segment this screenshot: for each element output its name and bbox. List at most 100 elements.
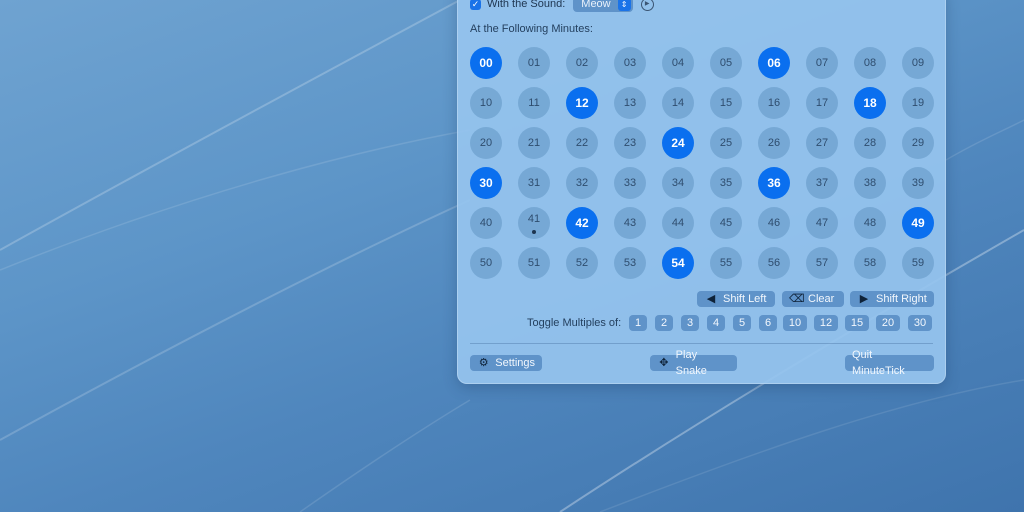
minute-07[interactable]: 07 bbox=[806, 47, 838, 79]
minute-50[interactable]: 50 bbox=[470, 247, 502, 279]
minute-10[interactable]: 10 bbox=[470, 87, 502, 119]
minute-32[interactable]: 32 bbox=[566, 167, 598, 199]
toggle-multiples-label: Toggle Multiples of: bbox=[527, 317, 622, 329]
minute-46[interactable]: 46 bbox=[758, 207, 790, 239]
minute-01[interactable]: 01 bbox=[518, 47, 550, 79]
minute-16[interactable]: 16 bbox=[758, 87, 790, 119]
play-sound-icon[interactable]: ▶ bbox=[640, 0, 654, 11]
minute-00[interactable]: 00 bbox=[470, 47, 502, 79]
minute-18[interactable]: 18 bbox=[854, 87, 886, 119]
minute-59[interactable]: 59 bbox=[902, 247, 934, 279]
minute-45[interactable]: 45 bbox=[710, 207, 742, 239]
minute-49[interactable]: 49 bbox=[902, 207, 934, 239]
minute-label: 14 bbox=[671, 97, 685, 109]
minute-27[interactable]: 27 bbox=[806, 127, 838, 159]
minute-label: 17 bbox=[815, 97, 829, 109]
minute-34[interactable]: 34 bbox=[662, 167, 694, 199]
multiple-5-button[interactable]: 5 bbox=[733, 315, 751, 331]
minute-51[interactable]: 51 bbox=[518, 247, 550, 279]
multiple-2-button[interactable]: 2 bbox=[655, 315, 673, 331]
minute-label: 54 bbox=[671, 256, 685, 270]
multiple-12-button[interactable]: 12 bbox=[814, 315, 838, 331]
minute-11[interactable]: 11 bbox=[518, 87, 550, 119]
multiple-20-button[interactable]: 20 bbox=[876, 315, 900, 331]
minute-08[interactable]: 08 bbox=[854, 47, 886, 79]
minute-label: 21 bbox=[527, 137, 541, 149]
minute-58[interactable]: 58 bbox=[854, 247, 886, 279]
minute-23[interactable]: 23 bbox=[614, 127, 646, 159]
minute-44[interactable]: 44 bbox=[662, 207, 694, 239]
minute-52[interactable]: 52 bbox=[566, 247, 598, 279]
minute-label: 34 bbox=[671, 177, 685, 189]
minute-label: 10 bbox=[479, 97, 493, 109]
shift-right-button[interactable]: ▶ Shift Right bbox=[850, 291, 934, 307]
minute-40[interactable]: 40 bbox=[470, 207, 502, 239]
minute-06[interactable]: 06 bbox=[758, 47, 790, 79]
minute-41[interactable]: 41 bbox=[518, 207, 550, 239]
minute-label: 59 bbox=[911, 257, 925, 269]
minute-39[interactable]: 39 bbox=[902, 167, 934, 199]
minute-56[interactable]: 56 bbox=[758, 247, 790, 279]
gamepad-icon: ✥ bbox=[659, 357, 669, 369]
quit-button[interactable]: Quit MinuteTick bbox=[845, 349, 934, 377]
minute-label: 03 bbox=[623, 57, 637, 69]
minute-38[interactable]: 38 bbox=[854, 167, 886, 199]
settings-button[interactable]: ⚙ Settings bbox=[470, 355, 542, 371]
minute-13[interactable]: 13 bbox=[614, 87, 646, 119]
quit-label: Quit MinuteTick bbox=[852, 349, 905, 377]
sound-checkbox[interactable]: ✓ bbox=[470, 0, 481, 10]
minute-09[interactable]: 09 bbox=[902, 47, 934, 79]
minute-26[interactable]: 26 bbox=[758, 127, 790, 159]
eraser-icon: ⌫ bbox=[789, 293, 805, 305]
minute-47[interactable]: 47 bbox=[806, 207, 838, 239]
minute-57[interactable]: 57 bbox=[806, 247, 838, 279]
sound-select[interactable]: Meow ⇕ bbox=[573, 0, 633, 12]
minute-label: 12 bbox=[575, 96, 589, 110]
minute-14[interactable]: 14 bbox=[662, 87, 694, 119]
minute-15[interactable]: 15 bbox=[710, 87, 742, 119]
minute-28[interactable]: 28 bbox=[854, 127, 886, 159]
play-snake-button[interactable]: ✥ Play Snake bbox=[650, 349, 737, 377]
minute-12[interactable]: 12 bbox=[566, 87, 598, 119]
minute-35[interactable]: 35 bbox=[710, 167, 742, 199]
minute-31[interactable]: 31 bbox=[518, 167, 550, 199]
multiple-6-button[interactable]: 6 bbox=[759, 315, 777, 331]
multiple-15-button[interactable]: 15 bbox=[845, 315, 869, 331]
multiple-1-button[interactable]: 1 bbox=[629, 315, 647, 331]
minute-20[interactable]: 20 bbox=[470, 127, 502, 159]
clear-button[interactable]: ⌫ Clear bbox=[782, 291, 844, 307]
minute-25[interactable]: 25 bbox=[710, 127, 742, 159]
minute-43[interactable]: 43 bbox=[614, 207, 646, 239]
minute-37[interactable]: 37 bbox=[806, 167, 838, 199]
minute-label: 40 bbox=[479, 217, 493, 229]
minute-17[interactable]: 17 bbox=[806, 87, 838, 119]
multiple-3-button[interactable]: 3 bbox=[681, 315, 699, 331]
minute-22[interactable]: 22 bbox=[566, 127, 598, 159]
minute-label: 50 bbox=[479, 257, 493, 269]
minute-02[interactable]: 02 bbox=[566, 47, 598, 79]
minute-label: 30 bbox=[479, 176, 493, 190]
minute-24[interactable]: 24 bbox=[662, 127, 694, 159]
multiple-10-button[interactable]: 10 bbox=[783, 315, 807, 331]
minute-04[interactable]: 04 bbox=[662, 47, 694, 79]
minute-53[interactable]: 53 bbox=[614, 247, 646, 279]
minute-03[interactable]: 03 bbox=[614, 47, 646, 79]
minute-33[interactable]: 33 bbox=[614, 167, 646, 199]
shift-left-button[interactable]: ◀ Shift Left bbox=[697, 291, 775, 307]
minute-54[interactable]: 54 bbox=[662, 247, 694, 279]
minute-29[interactable]: 29 bbox=[902, 127, 934, 159]
minute-label: 56 bbox=[767, 257, 781, 269]
minute-label: 18 bbox=[863, 96, 877, 110]
minute-48[interactable]: 48 bbox=[854, 207, 886, 239]
minute-42[interactable]: 42 bbox=[566, 207, 598, 239]
minute-label: 32 bbox=[575, 177, 589, 189]
minute-05[interactable]: 05 bbox=[710, 47, 742, 79]
minute-55[interactable]: 55 bbox=[710, 247, 742, 279]
multiple-30-button[interactable]: 30 bbox=[908, 315, 932, 331]
minute-30[interactable]: 30 bbox=[470, 167, 502, 199]
multiple-4-button[interactable]: 4 bbox=[707, 315, 725, 331]
minute-19[interactable]: 19 bbox=[902, 87, 934, 119]
minute-36[interactable]: 36 bbox=[758, 167, 790, 199]
minute-21[interactable]: 21 bbox=[518, 127, 550, 159]
minute-label: 07 bbox=[815, 57, 829, 69]
